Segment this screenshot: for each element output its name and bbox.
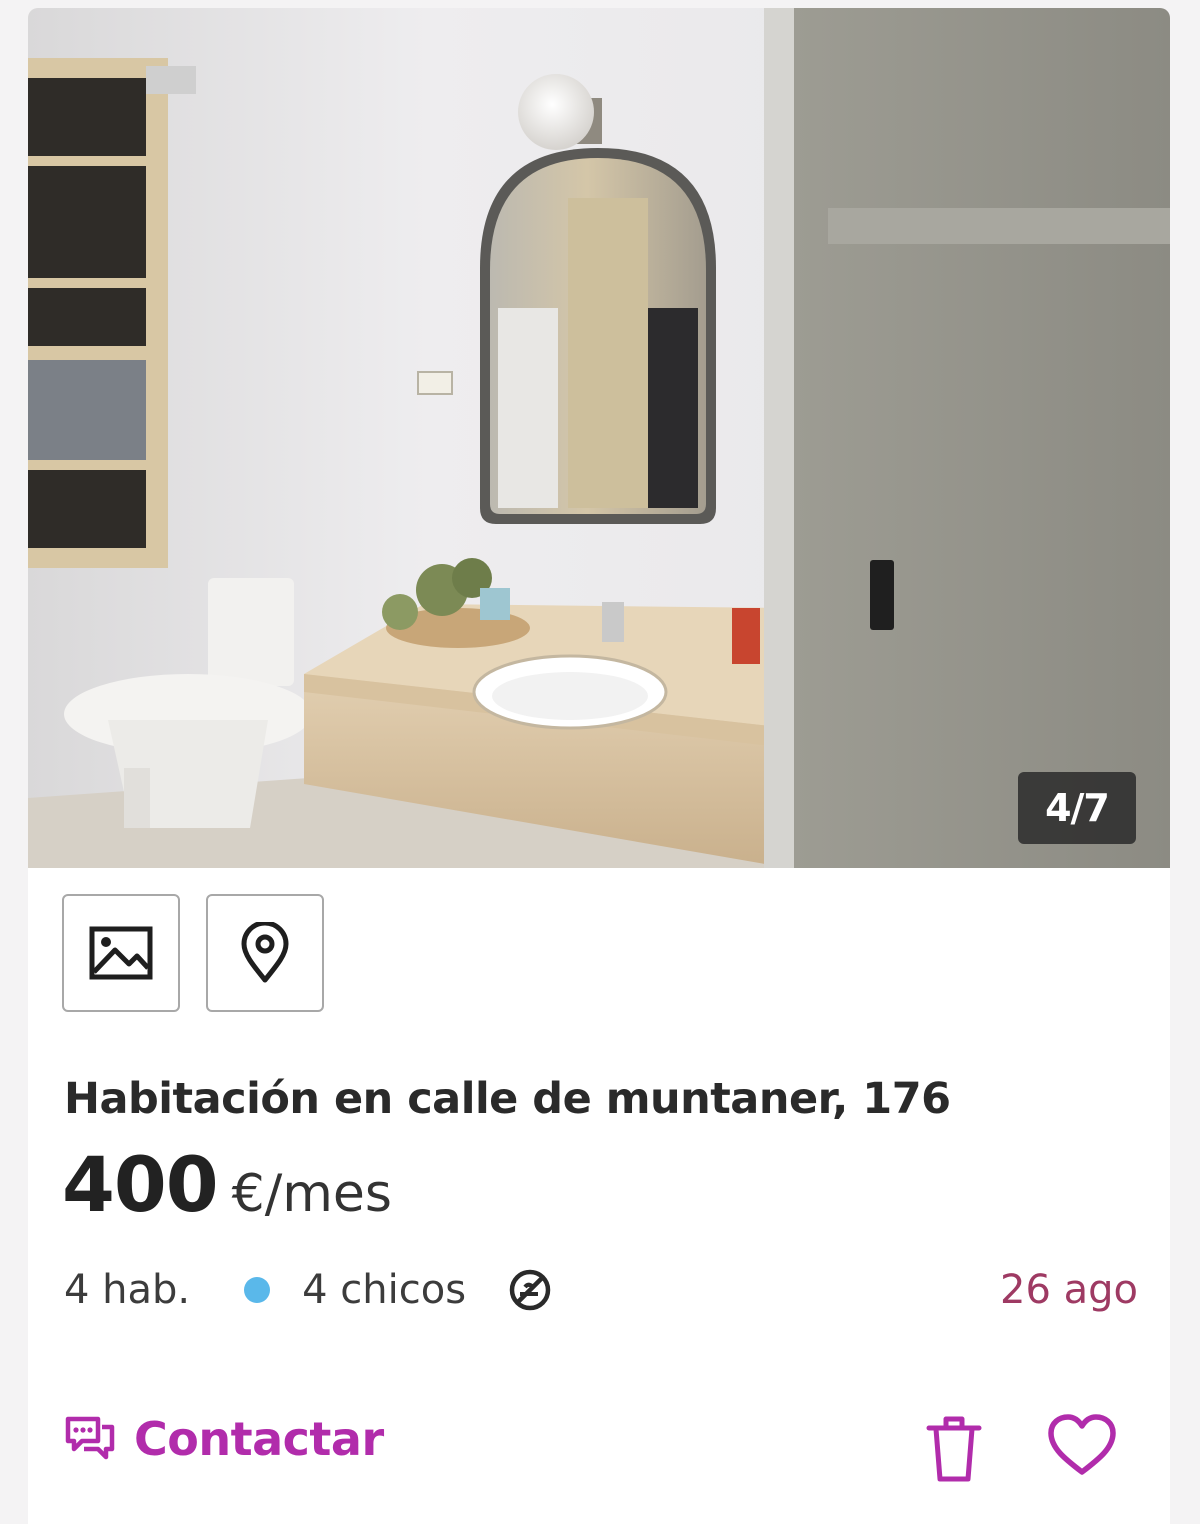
listing-card: 4/7 Habitación en calle de muntaner, 176… xyxy=(28,8,1170,1524)
chat-icon xyxy=(65,1416,115,1460)
no-smoking-icon xyxy=(508,1268,552,1312)
favorite-button[interactable] xyxy=(1046,1412,1118,1480)
tenants-info: 4 chicos xyxy=(302,1267,467,1313)
listing-date: 26 ago xyxy=(1000,1267,1138,1313)
price-unit: €/mes xyxy=(231,1164,392,1224)
rooms-count: 4 hab. xyxy=(64,1267,191,1313)
media-buttons xyxy=(62,894,324,1012)
discard-button[interactable] xyxy=(922,1412,986,1486)
map-button[interactable] xyxy=(206,894,324,1012)
photo-counter: 4/7 xyxy=(1018,772,1136,844)
contact-button[interactable]: Contactar xyxy=(64,1412,384,1466)
image-icon xyxy=(89,926,153,980)
listing-meta: 4 hab. 4 chicos 26 ago xyxy=(64,1260,1138,1320)
trash-icon xyxy=(926,1416,982,1482)
bathroom-photo-image xyxy=(28,8,1170,868)
listing-photo[interactable]: 4/7 xyxy=(28,8,1170,868)
tenants-dot xyxy=(244,1277,271,1303)
contact-label: Contactar xyxy=(134,1412,384,1466)
price: 400 €/mes xyxy=(62,1140,392,1229)
photos-button[interactable] xyxy=(62,894,180,1012)
price-amount: 400 xyxy=(62,1140,219,1229)
heart-icon xyxy=(1048,1414,1116,1475)
listing-title[interactable]: Habitación en calle de muntaner, 176 xyxy=(64,1074,951,1124)
map-pin-icon xyxy=(241,922,289,983)
